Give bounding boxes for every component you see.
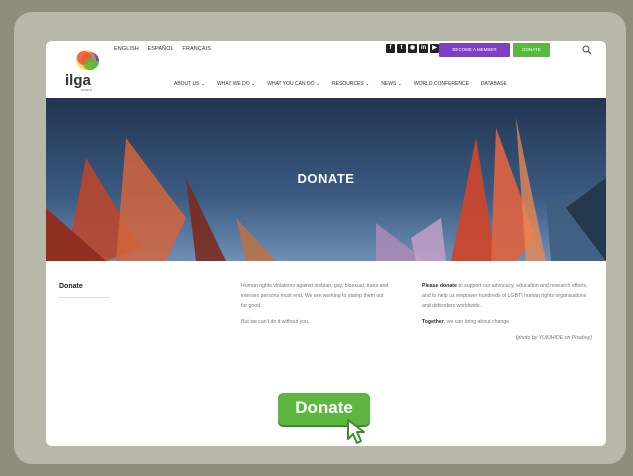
become-member-button[interactable]: BECOME A MEMBER — [439, 43, 510, 57]
lang-english[interactable]: ENGLISH — [114, 46, 139, 52]
appeal-bold-1: Please donate — [422, 283, 457, 289]
nav-what-we-do[interactable]: WHAT WE DO ⌄ — [217, 81, 255, 87]
linkedin-icon[interactable]: in — [419, 44, 428, 53]
main-nav: ABOUT US ⌄ WHAT WE DO ⌄ WHAT YOU CAN DO … — [174, 81, 519, 87]
twitter-icon[interactable]: t — [397, 44, 406, 53]
search-icon[interactable] — [582, 45, 592, 55]
ilga-logo[interactable]: ilga WORLD — [59, 47, 104, 93]
sidebar-divider — [59, 297, 109, 298]
nav-database[interactable]: DATABASE — [481, 81, 507, 87]
nav-resources[interactable]: RESOURCES ⌄ — [332, 81, 369, 87]
appeal-bold-2: Together — [422, 319, 444, 325]
logo-sub: WORLD — [81, 88, 93, 92]
intro-column: Human rights violations against lesbian,… — [241, 281, 391, 333]
browser-screen: ilga WORLD ENGLISH ESPAÑOL FRANÇAIS f t … — [46, 41, 606, 446]
lang-espanol[interactable]: ESPAÑOL — [148, 46, 174, 52]
appeal-text-2: , we can bring about change. — [443, 319, 511, 325]
nav-news[interactable]: NEWS ⌄ — [381, 81, 402, 87]
sidebar-title: Donate — [59, 283, 83, 290]
logo-text: ilga — [65, 72, 91, 89]
photo-credit: (photo by YUKIHIDE on Pixabay) — [515, 335, 592, 341]
youtube-icon[interactable]: ▶ — [430, 44, 439, 53]
header-donate-button[interactable]: DONATE — [513, 43, 550, 57]
hero-title: DONATE — [297, 171, 355, 186]
nav-about-us[interactable]: ABOUT US ⌄ — [174, 81, 205, 87]
appeal-paragraph-1: Please donate to support our advocacy, e… — [422, 281, 592, 311]
lang-francais[interactable]: FRANÇAIS — [182, 46, 211, 52]
language-switcher: ENGLISH ESPAÑOL FRANÇAIS — [114, 46, 218, 52]
social-icons: f t ◉ in ▶ — [386, 44, 439, 53]
instagram-icon[interactable]: ◉ — [408, 44, 417, 53]
nav-what-you-can-do[interactable]: WHAT YOU CAN DO ⌄ — [267, 81, 320, 87]
cursor-icon — [347, 419, 365, 444]
appeal-column: Please donate to support our advocacy, e… — [422, 281, 592, 349]
nav-world-conference[interactable]: WORLD CONFERENCE — [414, 81, 469, 87]
intro-paragraph-2: But we can't do it without you. — [241, 319, 310, 325]
site-header: ilga WORLD ENGLISH ESPAÑOL FRANÇAIS f t … — [46, 41, 606, 98]
appeal-paragraph-2: Together, we can bring about change. — [422, 317, 592, 327]
intro-paragraph-1: Human rights violations against lesbian,… — [241, 283, 389, 309]
facebook-icon[interactable]: f — [386, 44, 395, 53]
